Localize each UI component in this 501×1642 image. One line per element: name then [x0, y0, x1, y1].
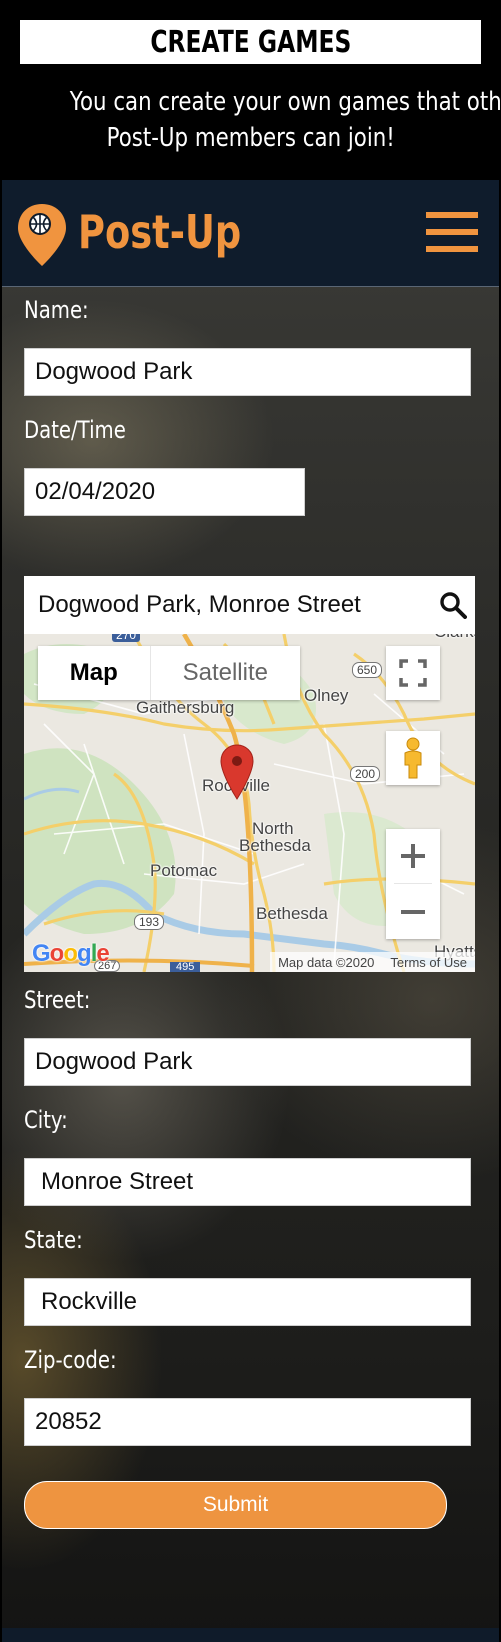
pegman-icon: [404, 737, 422, 779]
name-input-value: Dogwood Park: [35, 358, 193, 385]
promo-line-1: You can create your own games that other: [69, 87, 501, 117]
search-icon[interactable]: [439, 591, 467, 619]
place-label: Gaithersburg: [136, 698, 235, 717]
map-attribution-bar: Map data ©2020 Terms of Use: [270, 952, 475, 972]
promo-line-2: Post-Up members can join!: [106, 123, 395, 153]
app-screen: Post-Up Name: Dogwood Park Date/Time 02/…: [2, 180, 499, 1642]
state-input-value: Rockville: [41, 1288, 138, 1315]
road-shield: 193: [134, 914, 165, 930]
state-input[interactable]: Rockville: [24, 1278, 471, 1326]
city-input[interactable]: Monroe Street: [24, 1158, 471, 1206]
place-label: Bethesda: [256, 904, 328, 923]
street-input-value: Dogwood Park: [35, 1048, 193, 1075]
place-label: Olney: [304, 686, 349, 705]
navbar: Post-Up: [2, 180, 499, 287]
city-input-value: Monroe Street: [41, 1168, 194, 1195]
minus-icon: [401, 910, 425, 914]
datetime-input[interactable]: 02/04/2020: [24, 468, 305, 516]
zoom-out-button[interactable]: [386, 885, 440, 939]
place-label: Bethesda: [239, 836, 311, 855]
fullscreen-button[interactable]: [386, 646, 440, 700]
road-shield: 650: [352, 662, 383, 678]
street-view-button[interactable]: [386, 731, 440, 785]
zoom-in-button[interactable]: [386, 829, 440, 883]
hamburger-icon[interactable]: [426, 212, 478, 254]
bottom-strip: [2, 1628, 499, 1642]
fullscreen-icon: [399, 659, 427, 687]
promo-banner: CREATE GAMES You can create your own gam…: [0, 0, 501, 176]
name-input[interactable]: Dogwood Park: [24, 348, 471, 396]
road-shield: 495: [170, 962, 201, 972]
basketball-pin-icon[interactable]: [16, 202, 68, 268]
zoom-controls: [386, 829, 440, 939]
terms-of-use-link[interactable]: Terms of Use: [390, 955, 467, 970]
map-type-toggle: Map Satellite: [38, 646, 300, 700]
state-label: State:: [24, 1226, 83, 1254]
street-label: Street:: [24, 986, 91, 1014]
zip-input-value: 20852: [35, 1408, 102, 1435]
place-label: Potomac: [150, 861, 218, 880]
road-shield: 200: [350, 766, 381, 782]
name-label: Name:: [24, 296, 89, 324]
promo-description: You can create your own games that other…: [20, 84, 501, 156]
map-search-value: Dogwood Park, Monroe Street: [38, 591, 361, 618]
plus-icon: [401, 844, 425, 868]
promo-title: CREATE GAMES: [149, 24, 351, 60]
datetime-label: Date/Time: [24, 416, 126, 444]
submit-button[interactable]: Submit: [24, 1481, 447, 1529]
city-label: City:: [24, 1106, 68, 1134]
brand-name[interactable]: Post-Up: [78, 202, 241, 262]
datetime-input-value: 02/04/2020: [35, 478, 156, 505]
map-data-text: Map data ©2020: [278, 954, 375, 970]
map-search-input[interactable]: Dogwood Park, Monroe Street: [24, 576, 475, 634]
street-input[interactable]: Dogwood Park: [24, 1038, 471, 1086]
zip-input[interactable]: 20852: [24, 1398, 471, 1446]
location-pin-icon[interactable]: [220, 744, 254, 800]
zip-label: Zip-code:: [24, 1346, 117, 1374]
promo-title-box: CREATE GAMES: [20, 20, 481, 64]
map-widget[interactable]: 270 650 200 193 267 495 Gaithersburg Oln…: [24, 576, 475, 972]
map-type-map-button[interactable]: Map: [38, 646, 151, 700]
zoom-divider: [394, 883, 432, 884]
map-type-satellite-button[interactable]: Satellite: [151, 646, 300, 700]
google-logo[interactable]: Google: [32, 940, 110, 968]
